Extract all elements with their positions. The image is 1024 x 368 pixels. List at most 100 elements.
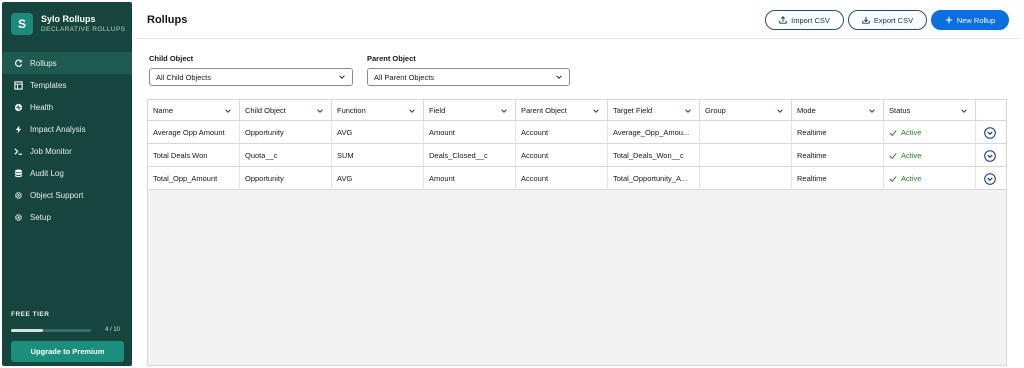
cell-field: Amount [424, 121, 516, 144]
column-header-label: Parent Object [521, 106, 567, 115]
chevron-down-icon [501, 109, 507, 113]
column-header-group[interactable]: Group [700, 100, 792, 121]
sidebar-item-object-support[interactable]: Object Support [2, 184, 132, 206]
cell-target-field: Total_Deals_Won__c [608, 144, 700, 167]
chevron-down-icon [777, 109, 783, 113]
tier-count: 4 / 10 [105, 327, 121, 333]
chevron-down-icon [556, 75, 562, 79]
cell-target-field: Total_Opportunity_A... [608, 167, 700, 190]
sidebar-item-audit-log[interactable]: Audit Log [2, 162, 132, 184]
column-header-name[interactable]: Name [148, 100, 240, 121]
settings-icon [12, 211, 24, 223]
new-rollup-button[interactable]: New Rollup [931, 10, 1009, 30]
column-header-label: Status [889, 106, 911, 115]
cell-name: Total_Opp_Amount [148, 167, 240, 190]
table-header: Name Child Object Function Field Parent Obje… [148, 100, 1006, 121]
circle-chevron-down-icon [984, 127, 996, 139]
cell-field: Amount [424, 167, 516, 190]
column-header-label: Group [705, 106, 726, 115]
child-object-select[interactable]: All Child Objects [149, 68, 353, 86]
table-row[interactable]: Average Opp Amount Opportunity AVG Amount Ac… [148, 121, 1006, 144]
cell-child-object: Opportunity [240, 167, 332, 190]
sidebar-item-health[interactable]: Health [2, 96, 132, 118]
cell-name: Average Opp Amount [148, 121, 240, 144]
status-badge: Active [884, 167, 976, 190]
column-header-target-field[interactable]: Target Field [608, 100, 700, 121]
chevron-down-icon [869, 109, 875, 113]
chevron-down-icon [685, 109, 691, 113]
tier-progress-bar [11, 329, 91, 332]
brand-name: Sylo Rollups [41, 14, 96, 24]
chevron-down-icon [961, 109, 967, 113]
status-label: Active [901, 174, 922, 183]
health-icon [12, 101, 24, 113]
sidebar-item-impact-analysis[interactable]: Impact Analysis [2, 118, 132, 140]
child-object-label: Child Object [149, 54, 194, 63]
cell-mode: Realtime [792, 144, 884, 167]
column-header-label: Mode [797, 106, 816, 115]
sidebar-item-label: Templates [30, 80, 67, 90]
column-header-function[interactable]: Function [332, 100, 424, 121]
cell-group [700, 121, 792, 144]
status-badge: Active [884, 144, 976, 167]
sidebar-item-label: Job Monitor [30, 146, 72, 156]
check-icon [889, 152, 897, 159]
status-label: Active [901, 128, 922, 137]
table-row[interactable]: Total_Opp_Amount Opportunity AVG Amount Acco… [148, 167, 1006, 190]
cell-parent-object: Account [516, 167, 608, 190]
cell-parent-object: Account [516, 121, 608, 144]
sidebar-item-setup[interactable]: Setup [2, 206, 132, 228]
tier-progress-fill [11, 329, 43, 332]
download-icon [862, 16, 870, 24]
sidebar-item-label: Health [30, 102, 54, 112]
refresh-icon [12, 57, 24, 69]
brand-logo: S [11, 13, 33, 35]
circle-chevron-down-icon [984, 150, 996, 162]
rollups-table: Name Child Object Function Field Parent Obje… [147, 99, 1007, 366]
column-header-mode[interactable]: Mode [792, 100, 884, 121]
row-actions-button[interactable] [984, 172, 996, 185]
column-header-status[interactable]: Status [884, 100, 976, 121]
column-header-parent-object[interactable]: Parent Object [516, 100, 608, 121]
export-csv-button[interactable]: Export CSV [848, 10, 927, 30]
child-object-value: All Child Objects [156, 72, 212, 82]
column-header-label: Name [153, 106, 174, 115]
row-actions-button[interactable] [984, 149, 996, 162]
parent-object-value: All Parent Objects [374, 72, 435, 82]
check-icon [889, 175, 897, 182]
row-actions-button[interactable] [984, 126, 996, 139]
column-header-child-object[interactable]: Child Object [240, 100, 332, 121]
sidebar: S Sylo Rollups DECLARATIVE ROLLUPS Rollu… [2, 2, 132, 366]
column-header-label: Target Field [613, 106, 653, 115]
cell-group [700, 144, 792, 167]
column-header-label: Child Object [245, 106, 286, 115]
upgrade-button[interactable]: Upgrade to Premium [11, 341, 124, 362]
sidebar-nav: Rollups Templates Health Impact Analysis… [2, 52, 132, 228]
cell-mode: Realtime [792, 167, 884, 190]
import-csv-button[interactable]: Import CSV [765, 10, 844, 30]
cell-function: AVG [332, 121, 424, 144]
cell-mode: Realtime [792, 121, 884, 144]
new-rollup-label: New Rollup [956, 15, 996, 25]
chevron-down-icon [317, 109, 323, 113]
parent-object-select[interactable]: All Parent Objects [367, 68, 570, 86]
chevron-down-icon [409, 109, 415, 113]
sidebar-item-rollups[interactable]: Rollups [2, 52, 132, 74]
header-divider [134, 38, 1022, 39]
cell-child-object: Quota__c [240, 144, 332, 167]
sidebar-item-label: Impact Analysis [30, 124, 86, 134]
plus-icon [945, 16, 953, 24]
column-header-label: Function [337, 106, 366, 115]
sidebar-item-templates[interactable]: Templates [2, 74, 132, 96]
sidebar-item-label: Object Support [30, 190, 84, 200]
cell-function: AVG [332, 167, 424, 190]
cell-name: Total Deals Won [148, 144, 240, 167]
import-csv-label: Import CSV [791, 15, 830, 25]
status-badge: Active [884, 121, 976, 144]
sidebar-item-job-monitor[interactable]: Job Monitor [2, 140, 132, 162]
gear-icon [12, 189, 24, 201]
brand: S Sylo Rollups DECLARATIVE ROLLUPS [11, 13, 125, 35]
column-header-field[interactable]: Field [424, 100, 516, 121]
table-row[interactable]: Total Deals Won Quota__c SUM Deals_Closed__… [148, 144, 1006, 167]
sidebar-item-label: Setup [30, 212, 51, 222]
